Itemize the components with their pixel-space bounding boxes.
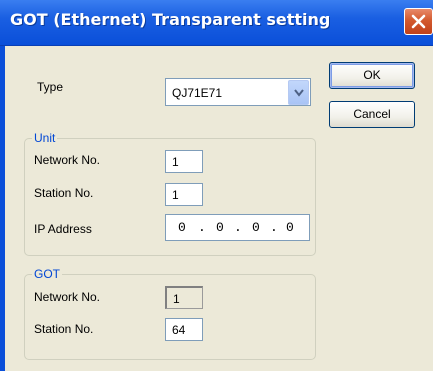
type-select[interactable]: QJ71E71: [165, 78, 311, 106]
ip-separator: .: [234, 220, 242, 235]
unit-station-input[interactable]: 1: [165, 183, 203, 206]
got-group-title: GOT: [32, 267, 62, 281]
ip-octet-1[interactable]: 0: [178, 220, 186, 235]
got-station-label: Station No.: [34, 322, 94, 336]
ok-button[interactable]: OK: [329, 62, 415, 89]
ip-octet-2[interactable]: 0: [216, 220, 224, 235]
got-network-input: 1: [165, 286, 203, 309]
got-station-input[interactable]: 64: [165, 318, 203, 341]
unit-group-title: Unit: [32, 131, 58, 145]
type-label: Type: [37, 80, 64, 94]
unit-station-label: Station No.: [34, 186, 94, 200]
cancel-button[interactable]: Cancel: [329, 101, 415, 128]
ip-octet-3[interactable]: 0: [252, 220, 260, 235]
unit-network-label: Network No.: [34, 153, 101, 167]
dialog-client-area: Type QJ71E71 OK Cancel Unit Network No. …: [5, 46, 433, 371]
ip-address-input[interactable]: 0 . 0 . 0 . 0: [165, 214, 310, 241]
type-select-value: QJ71E71: [172, 86, 223, 100]
window-title: GOT (Ethernet) Transparent setting: [10, 10, 331, 29]
type-dropdown-button[interactable]: [288, 80, 309, 105]
ip-octet-4[interactable]: 0: [286, 220, 294, 235]
close-icon: [411, 14, 426, 29]
dialog-window: GOT (Ethernet) Transparent setting Type …: [0, 0, 433, 371]
chevron-down-icon: [294, 89, 304, 97]
ip-separator: .: [198, 220, 206, 235]
got-network-label: Network No.: [34, 290, 101, 304]
title-bar[interactable]: GOT (Ethernet) Transparent setting: [0, 0, 433, 46]
close-button[interactable]: [404, 8, 433, 35]
ip-separator: .: [270, 220, 278, 235]
unit-ip-label: IP Address: [34, 222, 92, 236]
unit-network-input[interactable]: 1: [165, 150, 203, 173]
